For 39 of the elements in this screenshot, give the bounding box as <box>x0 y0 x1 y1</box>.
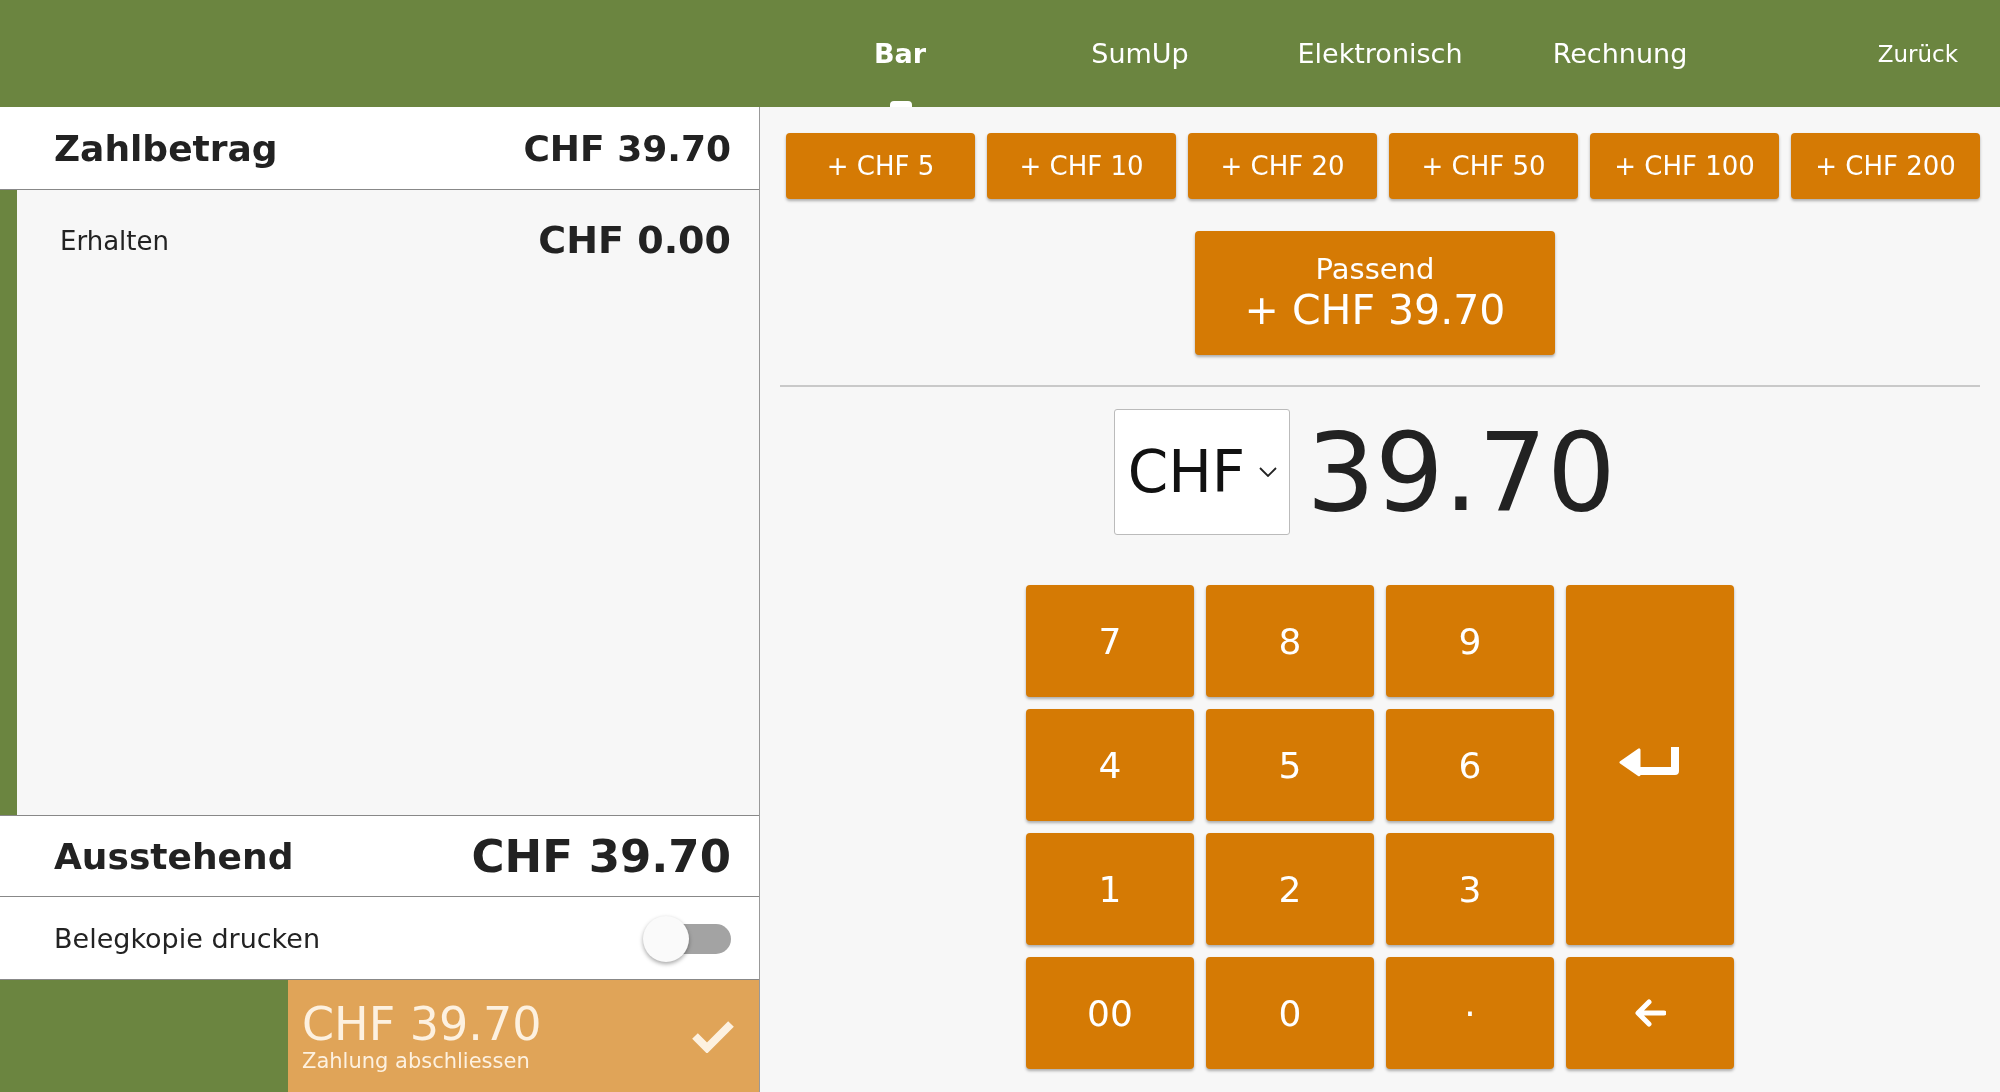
keypad-key[interactable]: 2 <box>1206 833 1374 945</box>
receipt-copy-label: Belegkopie drucken <box>54 922 320 954</box>
received-label: Erhalten <box>60 226 169 256</box>
quick-amount-button[interactable]: + CHF 10 <box>987 133 1176 199</box>
due-amount: CHF 39.70 <box>523 127 731 169</box>
keypad-key[interactable]: 00 <box>1026 957 1194 1069</box>
outstanding-label: Ausstehend <box>54 835 294 877</box>
currency-select[interactable]: CHF <box>1114 409 1291 535</box>
keypad-key[interactable]: 0 <box>1206 957 1374 1069</box>
keypad-key[interactable]: 3 <box>1386 833 1554 945</box>
keypad-key[interactable]: 7 <box>1026 585 1194 697</box>
payment-tab[interactable]: Rechnung <box>1500 0 1740 107</box>
quick-amount-button[interactable]: + CHF 100 <box>1590 133 1779 199</box>
enter-key[interactable] <box>1566 585 1734 945</box>
back-link[interactable]: Zurück <box>1871 39 1964 68</box>
quick-amount-button[interactable]: + CHF 20 <box>1188 133 1377 199</box>
quick-amount-button[interactable]: + CHF 5 <box>786 133 975 199</box>
outstanding-amount: CHF 39.70 <box>471 829 731 883</box>
keypad-key[interactable]: 1 <box>1026 833 1194 945</box>
arrow-left-icon <box>1634 999 1666 1027</box>
due-label: Zahlbetrag <box>54 127 278 169</box>
keypad-key[interactable]: 6 <box>1386 709 1554 821</box>
keypad-key[interactable]: 9 <box>1386 585 1554 697</box>
payment-tab[interactable]: Bar <box>780 0 1020 107</box>
quick-amount-button[interactable]: + CHF 200 <box>1791 133 1980 199</box>
received-amount: CHF 0.00 <box>538 218 731 262</box>
chevron-down-icon <box>1259 467 1278 477</box>
checkmark-icon <box>691 1019 735 1053</box>
keypad-key[interactable]: · <box>1386 957 1554 1069</box>
backspace-key[interactable] <box>1566 957 1734 1069</box>
payment-tab[interactable]: SumUp <box>1020 0 1260 107</box>
exact-amount-button[interactable]: Passend + CHF 39.70 <box>1195 231 1555 355</box>
quick-amount-button[interactable]: + CHF 50 <box>1389 133 1578 199</box>
keypad-key[interactable]: 4 <box>1026 709 1194 821</box>
keypad-key[interactable]: 8 <box>1206 585 1374 697</box>
keypad-key[interactable]: 5 <box>1206 709 1374 821</box>
amount-display: 39.70 <box>1306 409 1616 535</box>
toggle-switch[interactable] <box>643 916 731 960</box>
payment-tab[interactable]: Elektronisch <box>1260 0 1500 107</box>
